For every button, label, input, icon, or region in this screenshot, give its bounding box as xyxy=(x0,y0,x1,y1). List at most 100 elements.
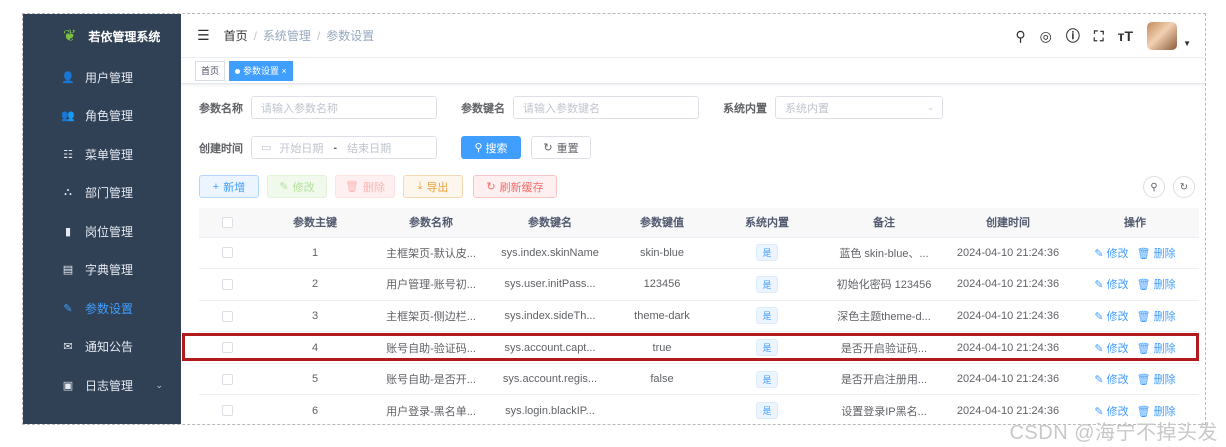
question-icon[interactable]: ⓘ xyxy=(1066,26,1080,46)
row-delete-button[interactable]: 🗑 删除 xyxy=(1137,311,1176,323)
date-range-picker[interactable]: ▭ 开始日期 - 结束日期 xyxy=(251,136,437,159)
sidebar-item-label: 部门管理 xyxy=(85,186,134,201)
logo[interactable]: ❦ 若依管理系统 xyxy=(23,14,181,58)
tree-table-icon: ☷ xyxy=(63,148,73,161)
trash-icon: 🗑 xyxy=(345,181,359,193)
row-checkbox[interactable] xyxy=(199,268,255,301)
row-checkbox[interactable] xyxy=(199,237,255,270)
reset-button[interactable]: ↻ 重置 xyxy=(531,136,591,159)
edit-button[interactable]: ✎ 修改 xyxy=(267,175,327,198)
refresh-table-button[interactable]: ↻ xyxy=(1173,176,1195,198)
caret-down-icon[interactable]: ▼ xyxy=(1183,39,1191,48)
cell-remark: 设置登录IP黑名... xyxy=(823,394,945,424)
calendar-icon: ▭ xyxy=(261,142,272,154)
row-checkbox[interactable] xyxy=(199,394,255,424)
breadcrumb-config: 参数设置 xyxy=(326,29,375,43)
search-icon[interactable]: ⚲ xyxy=(1015,28,1025,45)
tag-config[interactable]: 参数设置 × xyxy=(229,60,293,81)
export-button[interactable]: ⤓ 导出 xyxy=(403,175,463,198)
config-name-label: 参数名称 xyxy=(199,102,243,115)
cell-config-id: 3 xyxy=(255,300,375,333)
cell-config-key: sys.account.regis... xyxy=(487,363,613,396)
sidebar-item[interactable]: 👥 角色管理 xyxy=(23,97,181,136)
edit-icon: ✎ xyxy=(279,181,289,193)
post-icon: ▮ xyxy=(64,225,72,238)
sidebar-item[interactable]: ▮ 岗位管理 xyxy=(23,212,181,251)
toggle-search-button[interactable]: ⚲ xyxy=(1143,176,1165,198)
plus-icon: + xyxy=(212,180,220,193)
cell-remark: 深色主题theme-d... xyxy=(823,300,945,333)
cell-config-value xyxy=(613,394,711,424)
github-icon[interactable]: ◎ xyxy=(1040,28,1052,45)
builtin-tag: 是 xyxy=(756,402,778,420)
refresh-icon: ↻ xyxy=(486,181,496,193)
config-type-select[interactable]: 系统内置 ⌄ xyxy=(775,96,943,119)
col-config-key: 参数键名 xyxy=(487,208,613,238)
sidebar-item-label: 角色管理 xyxy=(85,109,134,124)
cell-actions: ✎ 修改 🗑 删除 xyxy=(1071,363,1199,396)
table-row[interactable]: 5 账号自助-是否开... sys.account.regis... false 是 是否… xyxy=(199,363,1199,396)
table-row[interactable]: 1 主框架页-默认皮... sys.index.skinName skin-blue 是… xyxy=(199,237,1199,270)
sidebar-item[interactable]: ⛬ 部门管理 xyxy=(23,174,181,213)
cell-config-key: sys.index.skinName xyxy=(487,237,613,270)
tag-home[interactable]: 首页 xyxy=(195,60,226,81)
search-icon: ⚲ xyxy=(1150,181,1158,193)
col-config-type: 系统内置 xyxy=(711,208,823,238)
chevron-down-icon: ⌄ xyxy=(155,379,163,390)
cell-config-type: 是 xyxy=(711,237,823,270)
fullscreen-icon[interactable]: ⛶ xyxy=(1094,28,1104,45)
cell-create-time: 2024-04-10 21:24:36 xyxy=(945,300,1071,333)
app-window: ❦ 若依管理系统 👤 用户管理 👥 角色管理 ☷ 菜单管理 ⛬ 部门管理 ▮ 岗位管理 ▤ 字典管理 ✎… xyxy=(22,13,1206,425)
sidebar-item-label: 日志管理 xyxy=(85,378,134,393)
sidebar-item[interactable]: ✉ 通知公告 xyxy=(23,328,181,367)
row-edit-button[interactable]: ✎ 修改 xyxy=(1094,248,1128,260)
row-edit-button[interactable]: ✎ 修改 xyxy=(1094,311,1128,323)
config-key-input[interactable]: 请输入参数键名 xyxy=(513,96,699,119)
delete-button[interactable]: 🗑 删除 xyxy=(335,175,395,198)
search-button[interactable]: ⚲ 搜索 xyxy=(461,136,521,159)
highlight-box xyxy=(182,333,1199,361)
refresh-cache-button[interactable]: ↻ 刷新缓存 xyxy=(473,175,557,198)
cell-config-id: 6 xyxy=(255,394,375,424)
edit-icon: ✎ xyxy=(1094,247,1104,260)
row-delete-button[interactable]: 🗑 删除 xyxy=(1137,279,1176,291)
cell-config-name: 主框架页-侧边栏... xyxy=(375,300,487,333)
font-size-icon[interactable]: ᴛT xyxy=(1118,28,1133,44)
log-icon: ▣ xyxy=(62,379,74,392)
table-row[interactable]: 2 用户管理-账号初... sys.user.initPass... 123456 是 初… xyxy=(199,268,1199,301)
sidebar-item[interactable]: 👤 用户管理 xyxy=(23,58,181,97)
row-checkbox[interactable] xyxy=(199,300,255,333)
tag-config-label: 参数设置 xyxy=(243,65,280,76)
cell-config-value: theme-dark xyxy=(613,300,711,333)
close-icon[interactable]: × xyxy=(282,66,287,76)
row-delete-button[interactable]: 🗑 删除 xyxy=(1137,248,1176,260)
row-checkbox[interactable] xyxy=(199,363,255,396)
select-all-checkbox[interactable] xyxy=(199,208,255,238)
peoples-icon: 👥 xyxy=(61,110,75,123)
sidebar-item[interactable]: ▤ 字典管理 xyxy=(23,251,181,290)
table-row[interactable]: 3 主框架页-侧边栏... sys.index.sideTh... theme-dar… xyxy=(199,300,1199,333)
edit-icon: ✎ xyxy=(1094,279,1104,292)
sidebar-item[interactable]: ▣ 日志管理 ⌄ xyxy=(23,366,181,405)
row-edit-button[interactable]: ✎ 修改 xyxy=(1094,279,1128,291)
sidebar-item[interactable]: ☷ 菜单管理 xyxy=(23,135,181,174)
config-table: 参数主键 参数名称 参数键名 参数键值 系统内置 备注 创建时间 操作 1 主框架… xyxy=(199,208,1199,424)
trash-icon: 🗑 xyxy=(1136,279,1151,292)
cell-config-name: 主框架页-默认皮... xyxy=(375,237,487,270)
edit-icon: ✎ xyxy=(1094,310,1104,323)
sidebar-item[interactable]: ✎ 参数设置 xyxy=(23,289,181,328)
edit-icon: ✎ xyxy=(1094,374,1104,387)
sidebar: ❦ 若依管理系统 👤 用户管理 👥 角色管理 ☷ 菜单管理 ⛬ 部门管理 ▮ 岗位管理 ▤ 字典管理 ✎… xyxy=(23,14,181,424)
add-button[interactable]: + 新增 xyxy=(199,175,259,198)
config-name-input[interactable]: 请输入参数名称 xyxy=(251,96,437,119)
trash-icon: 🗑 xyxy=(1136,310,1151,323)
row-edit-button[interactable]: ✎ 修改 xyxy=(1094,374,1128,386)
cell-config-id: 2 xyxy=(255,268,375,301)
tree-icon: ⛬ xyxy=(64,186,72,199)
hamburger-icon[interactable]: ☰ xyxy=(197,27,210,44)
row-delete-button[interactable]: 🗑 删除 xyxy=(1137,374,1176,386)
table-header: 参数主键 参数名称 参数键名 参数键值 系统内置 备注 创建时间 操作 xyxy=(199,208,1199,238)
avatar[interactable] xyxy=(1147,22,1178,50)
cell-config-name: 账号自助-是否开... xyxy=(375,363,487,396)
breadcrumb-home[interactable]: 首页 xyxy=(224,29,248,43)
